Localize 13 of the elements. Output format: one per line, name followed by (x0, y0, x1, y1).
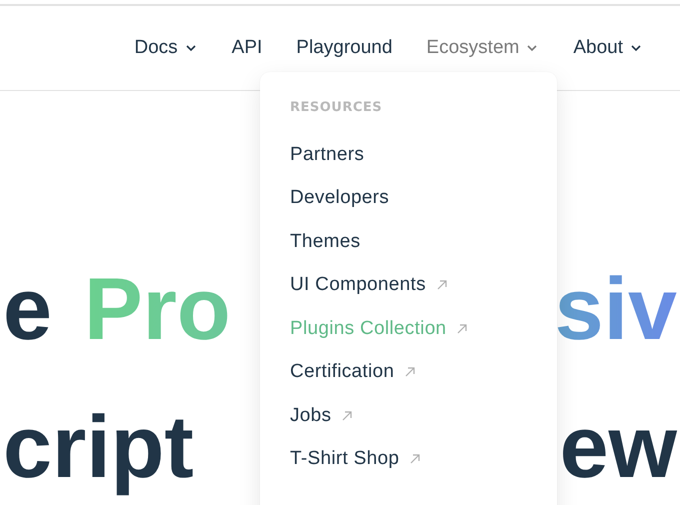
headline-text: ew (558, 396, 678, 498)
menu-item[interactable]: Developers (290, 176, 557, 220)
nav-link[interactable]: Playground (279, 37, 410, 59)
headline-text: e (2, 258, 53, 360)
menu-section-title: RESOURCES (290, 100, 384, 115)
nav-link[interactable]: Docs (117, 37, 215, 59)
menu-item[interactable]: Partners (290, 133, 557, 176)
nav-link[interactable]: About (556, 37, 660, 59)
menu-item[interactable]: T-Shirt Shop (290, 438, 557, 481)
menu-item[interactable]: Jobs (290, 394, 557, 438)
headline-text: cript (2, 396, 195, 498)
nav-link[interactable]: Ecosystem (409, 37, 556, 59)
nav-link[interactable]: API (214, 37, 280, 59)
